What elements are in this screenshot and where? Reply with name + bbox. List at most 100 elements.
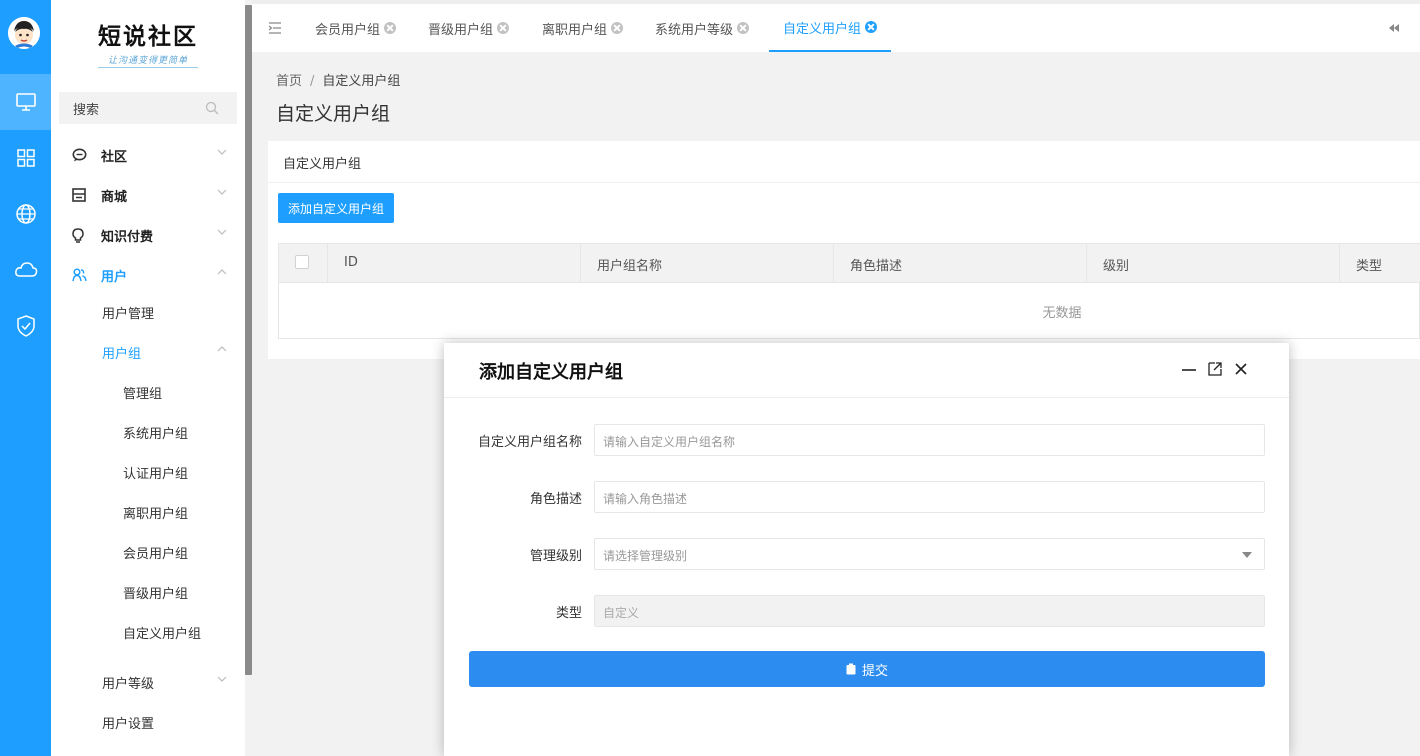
rail-security[interactable]: [0, 298, 51, 354]
submit-label: 提交: [861, 663, 888, 679]
menu-fold-icon[interactable]: [268, 22, 282, 34]
sidebar: 短说社区 让沟通变得更简单 搜索 社区 商城 知识付费 用户 用户管理 用户组 …: [51, 0, 245, 756]
management-level-select[interactable]: 请选择管理级别: [594, 538, 1265, 570]
nav-group-label: 认证用户组: [123, 467, 189, 482]
search-input[interactable]: 搜索: [59, 92, 237, 124]
chevron-down-icon: [217, 149, 227, 155]
tab-promoted-group[interactable]: 晋级用户组: [428, 4, 510, 52]
form-row-name: 自定义用户组名称 请输入自定义用户组名称: [444, 424, 1289, 456]
tab-bar: 会员用户组 晋级用户组 离职用户组 系统用户等级 自定义用户组: [252, 0, 1420, 52]
avatar[interactable]: [8, 17, 40, 49]
nav-group-verified[interactable]: 认证用户组: [51, 452, 245, 492]
chevron-down-icon: [217, 189, 227, 195]
chevron-down-icon: [217, 229, 227, 235]
nav-group-resigned[interactable]: 离职用户组: [51, 492, 245, 532]
nav-user-label: 用户: [101, 270, 128, 285]
globe-icon: [15, 204, 36, 224]
tab-custom-group[interactable]: 自定义用户组: [769, 4, 892, 52]
add-custom-group-button[interactable]: 添加自定义用户组: [278, 193, 394, 223]
column-header[interactable]: ID: [328, 244, 581, 283]
logo-subtitle: 让沟通变得更简单: [107, 56, 188, 66]
close-icon[interactable]: [497, 22, 510, 34]
page-title: 自定义用户组: [276, 103, 391, 125]
logo-underline: [98, 67, 198, 68]
nav-user-settings[interactable]: 用户设置: [51, 702, 245, 742]
nav-user-level-label: 用户等级: [102, 677, 155, 692]
nav-group-label: 自定义用户组: [123, 627, 202, 642]
field-label: 角色描述: [529, 492, 582, 507]
field-label: 管理级别: [529, 549, 582, 564]
tab-label: 系统用户等级: [655, 22, 734, 38]
form-row-type: 类型 自定义: [444, 595, 1289, 627]
nav-community[interactable]: 社区: [51, 135, 245, 175]
nav-user-group-label: 用户组: [102, 347, 142, 362]
rail-cloud[interactable]: [0, 242, 51, 298]
minimize-icon[interactable]: [1181, 361, 1197, 377]
tab-resigned-group[interactable]: 离职用户组: [542, 4, 624, 52]
nav-user-level[interactable]: 用户等级: [51, 662, 245, 702]
column-header[interactable]: 类型: [1340, 244, 1420, 283]
lightbulb-icon: [72, 228, 84, 243]
nav-mall[interactable]: 商城: [51, 175, 245, 215]
column-header[interactable]: 级别: [1087, 244, 1340, 283]
tab-label: 离职用户组: [542, 22, 608, 38]
role-description-field[interactable]: 请输入角色描述: [594, 481, 1265, 513]
column-header[interactable]: 用户组名称: [581, 244, 834, 283]
tab-member-group[interactable]: 会员用户组: [315, 4, 397, 52]
nav-knowledge-label: 知识付费: [101, 230, 154, 245]
nav-group-label: 系统用户组: [123, 427, 189, 442]
grid-icon: [16, 149, 35, 167]
close-icon[interactable]: [384, 22, 397, 34]
store-icon: [72, 188, 86, 202]
close-icon[interactable]: [611, 22, 624, 34]
clipboard-icon: [846, 663, 856, 675]
monitor-icon: [15, 93, 36, 111]
add-group-dialog: 添加自定义用户组 自定义用户组名称 请输入自定义用户组名称 角色描述 请输入角色…: [444, 343, 1289, 756]
close-icon[interactable]: [865, 21, 878, 33]
nav-group-custom[interactable]: 自定义用户组: [51, 612, 245, 652]
nav-group-admin[interactable]: 管理组: [51, 372, 245, 412]
rail-dashboard[interactable]: [0, 74, 51, 130]
users-icon: [72, 268, 87, 282]
empty-state: 无数据: [1042, 306, 1082, 321]
breadcrumb: 首页 / 自定义用户组: [276, 70, 400, 89]
field-label: 自定义用户组名称: [477, 435, 582, 450]
field-label: 类型: [555, 606, 582, 621]
nav-user[interactable]: 用户: [51, 255, 245, 295]
chevron-up-icon: [217, 346, 227, 352]
nav-group-label: 管理组: [123, 387, 163, 402]
submit-button[interactable]: 提交: [469, 651, 1265, 687]
rail-globe[interactable]: [0, 186, 51, 242]
close-icon[interactable]: [737, 22, 750, 34]
close-icon[interactable]: [1233, 361, 1249, 377]
nav-group-system[interactable]: 系统用户组: [51, 412, 245, 452]
content-card: 自定义用户组 添加自定义用户组 ID 用户组名称 角色描述 级别 类型 无数据: [268, 141, 1420, 359]
sidebar-scrollbar[interactable]: [245, 5, 252, 675]
search-placeholder: 搜索: [73, 103, 100, 118]
form-row-desc: 角色描述 请输入角色描述: [444, 481, 1289, 513]
nav-user-settings-label: 用户设置: [102, 717, 155, 732]
data-table: ID 用户组名称 角色描述 级别 类型 无数据: [278, 243, 1420, 339]
tab-label: 晋级用户组: [428, 22, 494, 38]
nav-user-manage[interactable]: 用户管理: [51, 292, 245, 332]
card-header: 自定义用户组: [268, 141, 1420, 183]
rail-apps[interactable]: [0, 130, 51, 186]
nav-group-promoted[interactable]: 晋级用户组: [51, 572, 245, 612]
table-header-checkbox-cell: [279, 244, 328, 283]
breadcrumb-current: 自定义用户组: [322, 74, 401, 89]
dialog-title: 添加自定义用户组: [479, 362, 623, 383]
cloud-icon: [14, 262, 37, 277]
nav-user-group[interactable]: 用户组: [51, 332, 245, 372]
breadcrumb-home[interactable]: 首页: [276, 74, 302, 89]
group-name-field[interactable]: 请输入自定义用户组名称: [594, 424, 1265, 456]
search-icon[interactable]: [205, 101, 219, 115]
nav-knowledge[interactable]: 知识付费: [51, 215, 245, 255]
double-chevron-left-icon[interactable]: [1388, 23, 1400, 33]
select-all-checkbox[interactable]: [295, 255, 309, 269]
tab-system-level[interactable]: 系统用户等级: [655, 4, 750, 52]
nav-group-member[interactable]: 会员用户组: [51, 532, 245, 572]
column-header[interactable]: 角色描述: [834, 244, 1087, 283]
maximize-icon[interactable]: [1207, 361, 1223, 377]
dropdown-arrow-icon[interactable]: [1242, 552, 1252, 558]
select-placeholder: 请选择管理级别: [603, 549, 688, 563]
